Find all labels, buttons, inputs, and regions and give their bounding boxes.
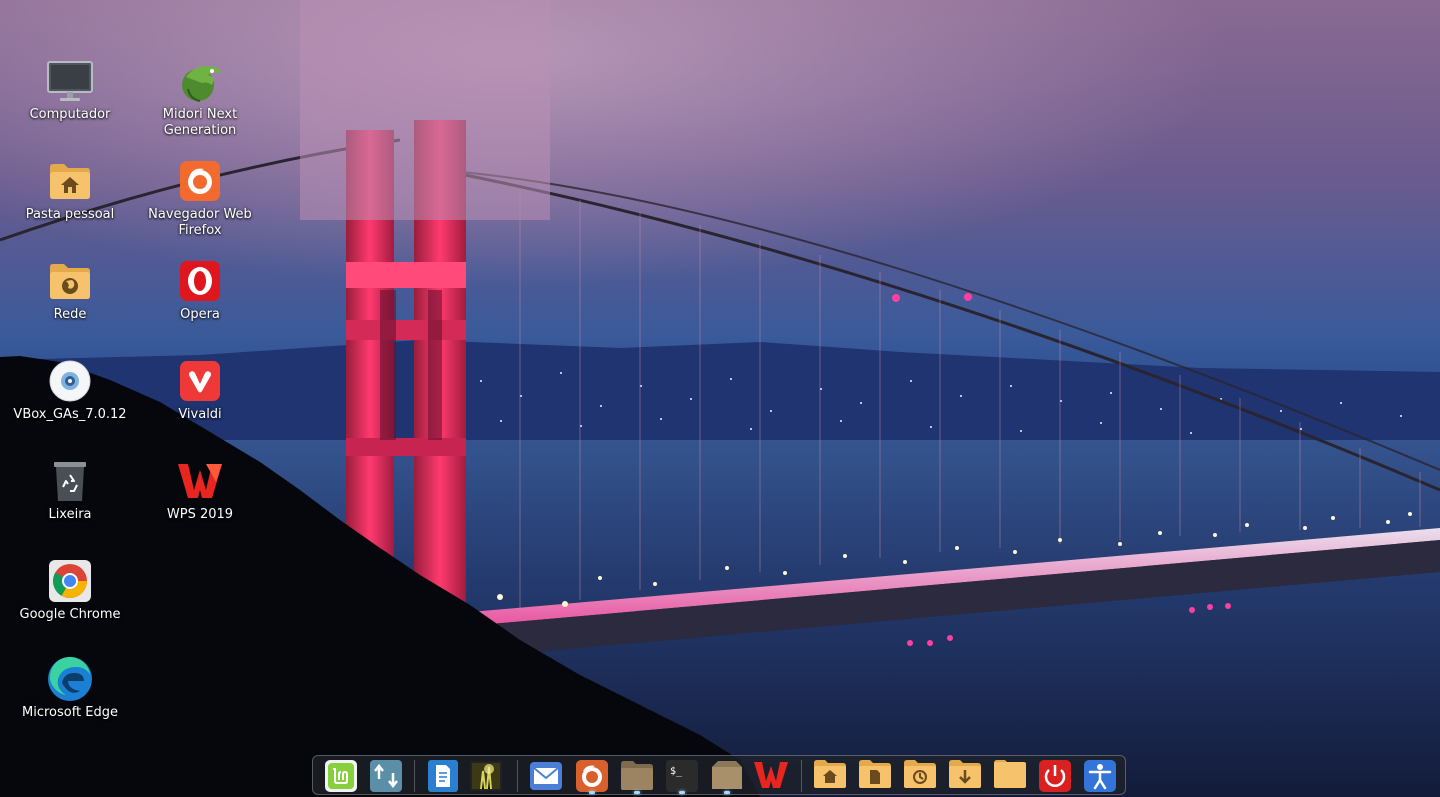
dock-item-files[interactable] [619,759,655,794]
edge-icon [46,655,94,703]
dock-item-mint-menu[interactable] [323,759,359,793]
dock-item-power[interactable] [1037,759,1073,793]
desktop-icon-label: Vivaldi [178,407,222,422]
desktop-icon-label: Midori Next Generation [162,107,238,138]
running-indicator [724,791,730,794]
desktop: Computador Pasta pessoal Rede VBox_GAs_7… [0,0,1440,797]
desktop-icon-wps[interactable]: WPS 2019 [135,457,265,523]
dock-item-folder[interactable] [992,759,1028,793]
documents-folder-icon [859,760,891,788]
files-dock-icon [621,761,653,790]
image-viewer-icon [470,761,502,791]
terminal-icon: $_ [666,760,698,792]
dock-item-recent[interactable] [902,759,938,793]
desktop-icon-label: Opera [180,307,220,322]
dock-item-update-manager[interactable] [368,759,404,793]
desktop-icon-vbox-disc[interactable]: VBox_GAs_7.0.12 [5,357,135,423]
dock-item-text-editor[interactable] [425,759,461,793]
wps-dock-icon [754,762,788,788]
desktop-icon-label: Rede [53,307,87,322]
desktop-icon-chrome[interactable]: Google Chrome [5,557,135,623]
folder-dock-icon [994,760,1026,788]
desktop-icon-firefox[interactable]: Navegador Web Firefox [135,157,265,239]
desktop-icon-network[interactable]: Rede [5,257,135,323]
dock-item-accessibility[interactable] [1082,759,1118,793]
text-editor-icon [428,760,458,792]
running-indicator [589,791,595,794]
mail-icon [530,762,562,790]
desktop-icon-label: WPS 2019 [166,507,234,522]
chrome-icon [46,557,94,605]
desktop-icon-trash[interactable]: Lixeira [5,457,135,523]
midori-icon [176,57,224,105]
desktop-icon-label: VBox_GAs_7.0.12 [13,407,127,422]
desktop-icon-label: Computador [29,107,111,122]
desktop-icon-opera[interactable]: Opera [135,257,265,323]
dock-separator [517,760,518,792]
accessibility-icon [1084,760,1116,792]
running-indicator [679,791,685,794]
dock-item-image-viewer[interactable] [468,759,504,793]
disc-icon [46,357,94,405]
running-indicator [634,791,640,794]
dock-panel: $_ [312,755,1126,795]
archive-manager-icon [712,761,742,789]
desktop-icon-label: Lixeira [48,507,92,522]
desktop-icon-label: Microsoft Edge [21,705,118,720]
dock-item-home-folder[interactable] [812,759,848,793]
dock-item-archive-manager[interactable] [709,759,745,794]
update-manager-icon [370,760,402,792]
dock-item-firefox[interactable] [574,759,610,794]
desktop-icon-computer[interactable]: Computador [5,57,135,123]
firefox-icon [176,157,224,205]
dock-item-documents[interactable] [857,759,893,793]
desktop-icon-label: Navegador Web Firefox [148,207,252,238]
dock-item-downloads[interactable] [947,759,983,793]
opera-icon [176,257,224,305]
svg-text:$_: $_ [670,766,683,777]
dock-item-wps[interactable] [753,759,789,793]
dock-separator [414,760,415,792]
dock-separator [801,760,802,792]
home-folder-icon [46,157,94,205]
dock-item-mail[interactable] [528,759,564,793]
wps-icon [176,457,224,505]
firefox-dock-icon [576,760,608,792]
trash-icon [46,457,94,505]
vivaldi-icon [176,357,224,405]
desktop-icon-edge[interactable]: Microsoft Edge [5,655,135,721]
computer-icon [46,57,94,105]
desktop-icon-midori[interactable]: Midori Next Generation [135,57,265,139]
recent-folder-icon [904,760,936,788]
power-icon [1039,760,1071,792]
downloads-folder-icon [949,760,981,788]
desktop-icon-label: Pasta pessoal [25,207,115,222]
home-folder-dock-icon [814,760,846,788]
desktop-icon-home-folder[interactable]: Pasta pessoal [5,157,135,223]
network-folder-icon [46,257,94,305]
desktop-icon-label: Google Chrome [19,607,121,622]
linux-mint-menu-icon [325,760,357,792]
dock-item-terminal[interactable]: $_ [664,759,700,794]
desktop-icon-vivaldi[interactable]: Vivaldi [135,357,265,423]
